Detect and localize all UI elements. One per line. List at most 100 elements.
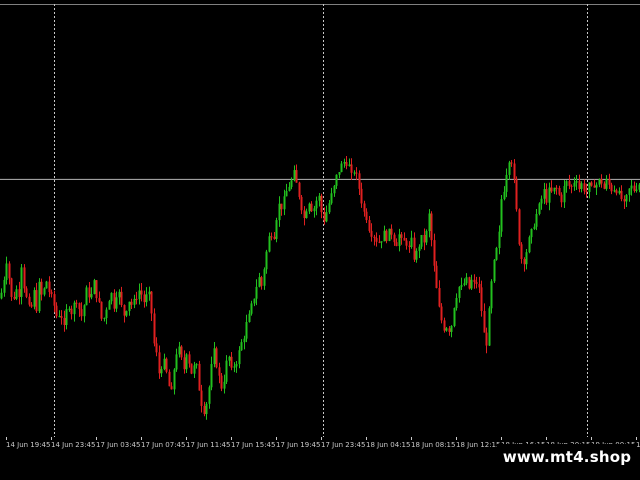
candle-body-48 xyxy=(120,291,123,306)
candle-body-177 xyxy=(443,320,446,331)
candle-body-158 xyxy=(395,242,398,247)
candle-body-40 xyxy=(100,301,103,319)
candle-body-98 xyxy=(245,322,248,339)
candle-body-50 xyxy=(125,311,128,316)
candle-body-117 xyxy=(293,170,296,181)
candle-body-150 xyxy=(375,238,378,242)
x-tick-label-9: 18 Jun 08:15 xyxy=(411,441,455,449)
candle-body-134 xyxy=(335,174,338,186)
candle-body-47 xyxy=(118,291,121,298)
candle-body-253 xyxy=(633,185,636,191)
candle-body-209 xyxy=(523,258,526,265)
candle-body-51 xyxy=(128,301,131,312)
candle-body-182 xyxy=(455,297,458,309)
candle-body-138 xyxy=(345,162,348,166)
candle-body-156 xyxy=(390,228,393,235)
candle-body-170 xyxy=(425,231,428,243)
candle-body-147 xyxy=(368,220,371,231)
candle-body-230 xyxy=(575,181,578,183)
candle-body-121 xyxy=(303,210,306,219)
candle-body-240 xyxy=(600,179,603,184)
candle-body-217 xyxy=(543,189,546,199)
candle-body-14 xyxy=(35,290,38,312)
candle-body-146 xyxy=(365,211,368,221)
candle-body-99 xyxy=(248,313,251,323)
candle-body-131 xyxy=(328,203,331,213)
candle-body-245 xyxy=(613,190,616,192)
candle-body-75 xyxy=(188,354,191,364)
candle-body-77 xyxy=(193,365,196,374)
chart-window[interactable]: 14 Jun 19:45 14 Jun 23:45 17 Jun 03:45 17 J… xyxy=(0,0,640,480)
candle-body-16 xyxy=(40,281,43,295)
candle-body-69 xyxy=(173,369,176,390)
candle-body-4 xyxy=(10,278,13,297)
candle-body-1 xyxy=(3,279,6,293)
candle-body-45 xyxy=(113,292,116,309)
candle-body-63 xyxy=(158,352,161,374)
candle-body-106 xyxy=(265,251,268,270)
candle-body-236 xyxy=(590,182,593,186)
candle-body-204 xyxy=(510,162,513,164)
candle-body-250 xyxy=(625,194,628,202)
candle-body-101 xyxy=(253,298,256,304)
candle-body-104 xyxy=(260,277,263,286)
candle-body-36 xyxy=(90,294,93,298)
candle-body-153 xyxy=(383,230,386,242)
candle-body-222 xyxy=(555,187,558,189)
candle-body-24 xyxy=(60,316,63,318)
candle-body-232 xyxy=(580,183,583,189)
candle-body-149 xyxy=(373,236,376,239)
candle-body-188 xyxy=(470,279,473,289)
candle-body-116 xyxy=(290,180,293,187)
candle-body-248 xyxy=(620,190,623,200)
candle-body-114 xyxy=(285,190,288,197)
candle-body-163 xyxy=(408,245,411,247)
candle-body-80 xyxy=(200,390,203,406)
candle-body-140 xyxy=(350,164,353,173)
candle-body-160 xyxy=(400,234,403,238)
candle-body-139 xyxy=(348,164,351,166)
candle-body-10 xyxy=(25,288,28,297)
candle-body-95 xyxy=(238,350,241,365)
candle-body-74 xyxy=(185,354,188,370)
candle-body-229 xyxy=(573,182,576,187)
candle-body-216 xyxy=(540,198,543,204)
candle-body-227 xyxy=(568,181,571,186)
candle-body-109 xyxy=(273,236,276,239)
candle-body-172 xyxy=(430,213,433,241)
candle-body-205 xyxy=(513,163,516,180)
candle-body-179 xyxy=(448,328,451,332)
candle-body-52 xyxy=(130,301,133,305)
candle-body-32 xyxy=(80,309,83,317)
candle-body-238 xyxy=(595,184,598,188)
candle-body-174 xyxy=(435,265,438,289)
candle-body-168 xyxy=(420,234,423,247)
candle-body-57 xyxy=(143,294,146,303)
candle-body-49 xyxy=(123,305,126,316)
candle-body-175 xyxy=(438,288,441,307)
candle-body-196 xyxy=(490,281,493,309)
candle-body-73 xyxy=(183,357,186,370)
candle-body-173 xyxy=(433,240,436,266)
candle-body-135 xyxy=(338,172,341,175)
candle-body-161 xyxy=(403,237,406,241)
candle-body-159 xyxy=(398,234,401,247)
candle-body-151 xyxy=(378,241,381,243)
candle-body-94 xyxy=(235,364,238,367)
candle-body-202 xyxy=(505,174,508,192)
candle-body-20 xyxy=(50,292,53,295)
candle-body-58 xyxy=(145,294,148,303)
candle-body-46 xyxy=(115,297,118,309)
candle-body-66 xyxy=(165,358,168,372)
candle-body-206 xyxy=(515,179,518,210)
candle-body-2 xyxy=(5,263,8,280)
candle-body-144 xyxy=(360,188,363,204)
candle-body-247 xyxy=(618,190,621,194)
candle-body-142 xyxy=(355,172,358,174)
candle-body-243 xyxy=(608,178,611,185)
candle-body-219 xyxy=(548,187,551,203)
candle-body-26 xyxy=(65,309,68,326)
price-chart[interactable]: 14 Jun 19:45 14 Jun 23:45 17 Jun 03:45 17 J… xyxy=(0,0,640,480)
candle-body-110 xyxy=(275,220,278,239)
candle-body-28 xyxy=(70,308,73,315)
